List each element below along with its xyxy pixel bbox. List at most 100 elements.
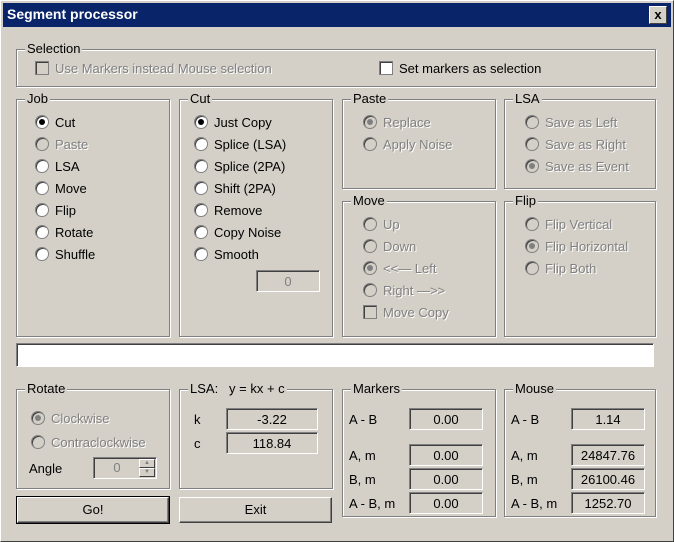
cut-option-copy-noise[interactable]: Copy Noise bbox=[194, 225, 281, 243]
option-label: Save as Left bbox=[545, 115, 618, 130]
move-copy-checkbox[interactable]: Move Copy bbox=[363, 305, 449, 323]
move-copy-check-box[interactable] bbox=[363, 305, 377, 319]
mouse-abm-field: 1252.70 bbox=[571, 492, 645, 514]
job-option-rotate[interactable]: Rotate bbox=[35, 225, 93, 243]
cut-option-shift-2pa[interactable]: Shift (2PA) bbox=[194, 181, 276, 199]
angle-value[interactable]: 0 bbox=[94, 458, 140, 478]
radio-button[interactable] bbox=[194, 225, 208, 239]
job-option-lsa[interactable]: LSA bbox=[35, 159, 80, 177]
flip-option-vertical[interactable]: Flip Vertical bbox=[525, 217, 612, 235]
move-copy-label: Move Copy bbox=[383, 305, 449, 320]
radio-button[interactable] bbox=[363, 283, 377, 297]
radio-button[interactable] bbox=[194, 247, 208, 261]
move-option-up[interactable]: Up bbox=[363, 217, 400, 235]
close-button[interactable]: x bbox=[649, 6, 667, 24]
job-option-cut[interactable]: Cut bbox=[35, 115, 75, 133]
move-option-right[interactable]: Right —>> bbox=[363, 283, 445, 301]
job-option-flip[interactable]: Flip bbox=[35, 203, 76, 221]
radio-button[interactable] bbox=[35, 115, 49, 129]
radio-button[interactable] bbox=[35, 225, 49, 239]
set-markers-checkbox[interactable]: Set markers as selection bbox=[379, 61, 541, 79]
option-label: Just Copy bbox=[214, 115, 272, 130]
lsa-option-save-left[interactable]: Save as Left bbox=[525, 115, 617, 133]
move-group: Move Up Down <<— Left Right —>> Move Cop… bbox=[342, 193, 496, 337]
mouse-legend: Mouse bbox=[513, 381, 557, 396]
c-label: c bbox=[194, 436, 201, 451]
radio-button[interactable] bbox=[194, 203, 208, 217]
mouse-group: Mouse A - B 1.14 A, m 24847.76 B, m 2610… bbox=[504, 381, 656, 517]
rotate-legend: Rotate bbox=[25, 381, 68, 396]
radio-button[interactable] bbox=[35, 159, 49, 173]
radio-button[interactable] bbox=[525, 159, 539, 173]
cut-option-remove[interactable]: Remove bbox=[194, 203, 262, 221]
radio-button[interactable] bbox=[35, 203, 49, 217]
mouse-bm-label: B, m bbox=[511, 472, 538, 487]
paste-option-apply-noise[interactable]: Apply Noise bbox=[363, 137, 452, 155]
radio-button[interactable] bbox=[525, 137, 539, 151]
markers-legend: Markers bbox=[351, 381, 402, 396]
radio-button[interactable] bbox=[194, 115, 208, 129]
lsa-fit-legend-text: LSA: bbox=[190, 381, 219, 396]
lsa-fit-formula: y = kx + c bbox=[229, 381, 285, 396]
radio-button[interactable] bbox=[525, 239, 539, 253]
title-bar[interactable]: Segment processor x bbox=[3, 3, 671, 27]
spin-down-icon[interactable]: ▼ bbox=[139, 468, 155, 477]
use-markers-check-box[interactable] bbox=[35, 61, 49, 75]
cut-option-just-copy[interactable]: Just Copy bbox=[194, 115, 272, 133]
radio-button[interactable] bbox=[194, 159, 208, 173]
spin-up-icon[interactable]: ▲ bbox=[139, 459, 155, 468]
status-field bbox=[16, 343, 654, 367]
cut-option-splice-lsa[interactable]: Splice (LSA) bbox=[194, 137, 286, 155]
set-markers-check-box[interactable] bbox=[379, 61, 393, 75]
radio-button[interactable] bbox=[35, 247, 49, 261]
job-option-move[interactable]: Move bbox=[35, 181, 87, 199]
use-markers-checkbox[interactable]: Use Markers instead Mouse selection bbox=[35, 61, 272, 79]
markers-group: Markers A - B 0.00 A, m 0.00 B, m 0.00 A… bbox=[342, 381, 496, 517]
lsa-option-save-right[interactable]: Save as Right bbox=[525, 137, 626, 155]
radio-button[interactable] bbox=[35, 137, 49, 151]
radio-button[interactable] bbox=[363, 115, 377, 129]
radio-button[interactable] bbox=[194, 137, 208, 151]
flip-group: Flip Flip Vertical Flip Horizontal Flip … bbox=[504, 193, 656, 337]
cut-legend: Cut bbox=[188, 91, 213, 106]
angle-spinner[interactable]: 0 ▲ ▼ bbox=[93, 457, 157, 479]
paste-legend: Paste bbox=[351, 91, 389, 106]
radio-button[interactable] bbox=[363, 217, 377, 231]
mouse-abm-label: A - B, m bbox=[511, 496, 558, 511]
radio-button[interactable] bbox=[35, 181, 49, 195]
rotate-option-contraclockwise[interactable]: Contraclockwise bbox=[31, 435, 146, 453]
flip-option-horizontal[interactable]: Flip Horizontal bbox=[525, 239, 628, 257]
mouse-am-label: A, m bbox=[511, 448, 538, 463]
radio-button[interactable] bbox=[363, 137, 377, 151]
radio-button[interactable] bbox=[194, 181, 208, 195]
option-label: Flip Vertical bbox=[545, 217, 613, 232]
rotate-option-clockwise[interactable]: Clockwise bbox=[31, 411, 110, 429]
job-option-paste[interactable]: Paste bbox=[35, 137, 88, 155]
radio-button[interactable] bbox=[525, 217, 539, 231]
exit-button[interactable]: Exit bbox=[179, 497, 332, 523]
cut-option-smooth[interactable]: Smooth bbox=[194, 247, 259, 265]
lsa-fit-group: LSA: y = kx + c k -3.22 c 118.84 bbox=[179, 381, 333, 489]
use-markers-label: Use Markers instead Mouse selection bbox=[55, 61, 272, 76]
smooth-value-field[interactable]: 0 bbox=[256, 270, 320, 292]
option-label: Remove bbox=[214, 203, 263, 218]
set-markers-label: Set markers as selection bbox=[399, 61, 542, 76]
mouse-am-field: 24847.76 bbox=[571, 444, 645, 466]
radio-button[interactable] bbox=[363, 239, 377, 253]
radio-button[interactable] bbox=[31, 411, 45, 425]
lsa-option-save-event[interactable]: Save as Event bbox=[525, 159, 629, 177]
radio-button[interactable] bbox=[363, 261, 377, 275]
cut-group: Cut Just Copy Splice (LSA) Splice (2PA) … bbox=[179, 91, 333, 337]
move-option-down[interactable]: Down bbox=[363, 239, 416, 257]
move-option-left[interactable]: <<— Left bbox=[363, 261, 436, 279]
lsa-fit-legend: LSA: y = kx + c bbox=[188, 381, 287, 396]
paste-option-replace[interactable]: Replace bbox=[363, 115, 431, 133]
cut-option-splice-2pa[interactable]: Splice (2PA) bbox=[194, 159, 285, 177]
option-label: Down bbox=[383, 239, 417, 254]
flip-option-both[interactable]: Flip Both bbox=[525, 261, 596, 279]
radio-button[interactable] bbox=[525, 115, 539, 129]
job-option-shuffle[interactable]: Shuffle bbox=[35, 247, 95, 265]
go-button[interactable]: Go! bbox=[16, 496, 170, 524]
radio-button[interactable] bbox=[31, 435, 45, 449]
radio-button[interactable] bbox=[525, 261, 539, 275]
